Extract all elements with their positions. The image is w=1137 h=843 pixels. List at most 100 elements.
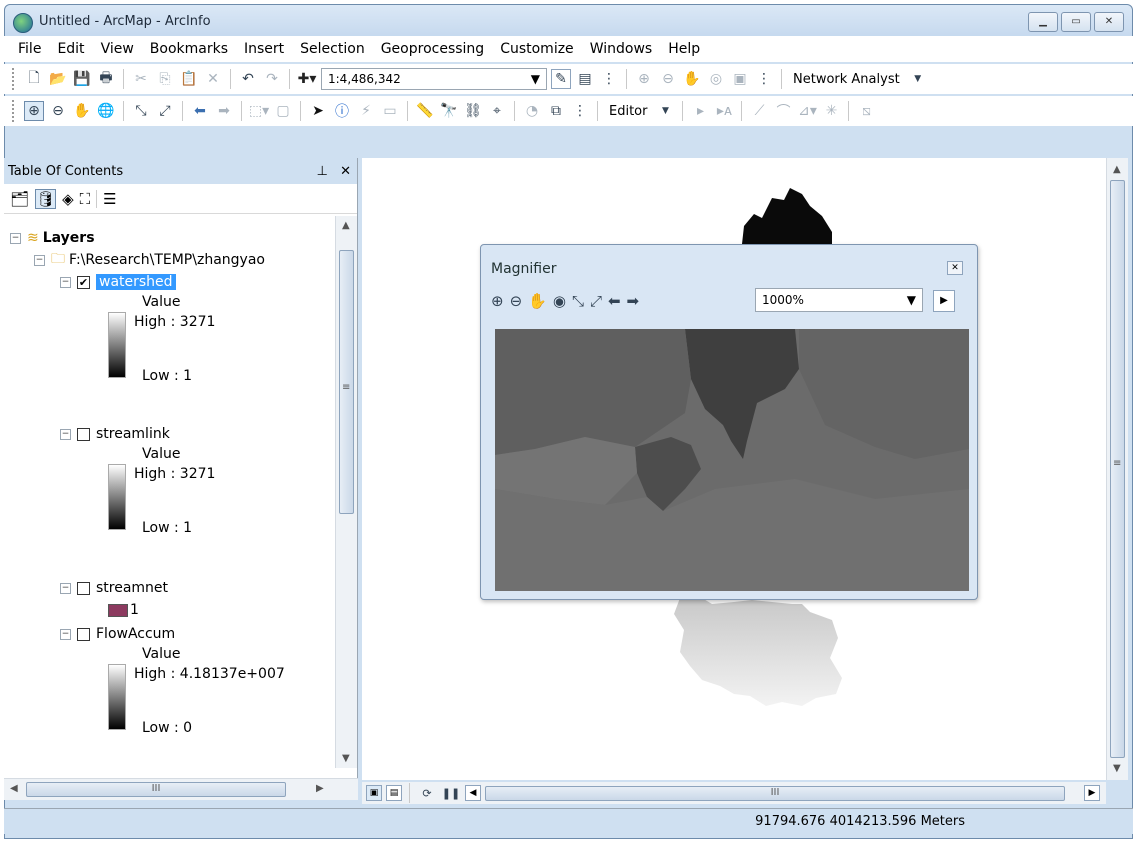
save-icon[interactable]: 💾 [72,69,92,89]
identify-icon[interactable]: ⓘ [332,101,352,121]
menu-file[interactable]: File [10,41,49,57]
editor-menu[interactable]: Editor [605,104,651,119]
magnifier-options-button[interactable]: ▶ [933,290,955,312]
fixed-zoom-in-center-icon[interactable]: ⤡ [131,101,151,121]
edit-tool-icon[interactable]: ▸ [690,101,710,121]
pause-drawing-icon[interactable]: ❚❚ [441,783,461,803]
map-horizontal-scroll-thumb[interactable]: III [485,785,1065,801]
map-scale-combo[interactable]: 1:4,486,342 ▼ [321,68,547,90]
visibility-checkbox[interactable] [77,427,90,441]
collapse-icon[interactable]: − [10,232,21,244]
list-by-selection-icon[interactable]: ⛶ [80,190,91,208]
menu-view[interactable]: View [93,41,142,57]
scroll-up-arrow-icon[interactable]: ▲ [342,220,350,231]
scroll-up-arrow-icon[interactable]: ▲ [1113,164,1121,175]
fixed-zoom-in-icon[interactable]: ⊕ [634,69,654,89]
back-arrow-icon[interactable]: ⬅ [608,292,621,310]
maximize-button[interactable]: ▭ [1061,12,1091,32]
html-popup-icon[interactable]: ▭ [380,101,400,121]
cut-icon[interactable]: ✂ [131,69,151,89]
refresh-icon[interactable]: ⟳ [417,783,437,803]
clear-selection-icon[interactable]: ▢ [273,101,293,121]
straight-segment-icon[interactable]: ⟋ [749,101,769,121]
layer-flowaccum[interactable]: − FlowAccum [60,624,175,644]
minimize-button[interactable]: ▁ [1028,12,1058,32]
pan-icon[interactable]: ✋ [528,292,547,310]
table-window-icon[interactable]: ▤ [575,69,595,89]
scroll-thumb[interactable]: III [26,782,286,797]
data-view-button[interactable]: ▣ [366,785,382,801]
visibility-checkbox[interactable] [77,627,90,641]
endpoint-arc-icon[interactable]: ⌒ [773,101,793,121]
close-icon[interactable]: ✕ [340,164,351,179]
full-extent-icon[interactable]: ◉ [553,292,566,310]
layer-streamlink[interactable]: − streamlink [60,424,170,444]
layer-icon-gray[interactable]: ▣ [730,69,750,89]
toc-vertical-scrollbar[interactable]: ▲ ≡ ▼ [335,216,357,768]
editor-toolbar-icon[interactable]: ✎ [551,69,571,89]
toolbar-options-icon-2[interactable]: ⋮ [754,69,774,89]
sketch-properties-icon[interactable]: ⧅ [856,101,876,121]
pan-icon[interactable]: ✋ [72,101,92,121]
hyperlink-icon[interactable]: ⚡ [356,101,376,121]
pin-icon[interactable]: ⊥ [317,164,328,179]
folder-node[interactable]: − 🗀 F:\Research\TEMP\zhangyao [34,250,265,270]
new-document-icon[interactable]: 🗋 [24,69,44,89]
zoom-out-icon[interactable]: ⊖ [48,101,68,121]
delete-icon[interactable]: ✕ [203,69,223,89]
toolbar-options-icon-3[interactable]: ⋮ [570,101,590,121]
chevron-down-icon[interactable]: ▼ [655,101,675,121]
fixed-zoom-out-center-icon[interactable]: ⤢ [155,101,175,121]
menu-edit[interactable]: Edit [49,41,92,57]
zoom-in-icon[interactable]: ⊕ [491,292,504,310]
visibility-checkbox[interactable] [77,581,90,595]
layer-watershed[interactable]: − ✔ watershed [60,272,176,292]
layer-name[interactable]: streamnet [96,580,168,596]
go-to-xy-icon[interactable]: ⌖ [487,101,507,121]
layout-view-button[interactable]: ▤ [386,785,402,801]
select-elements-icon[interactable]: ➤ [308,101,328,121]
close-icon[interactable]: ✕ [947,261,963,275]
menu-selection[interactable]: Selection [292,41,373,57]
menu-bookmarks[interactable]: Bookmarks [142,41,236,57]
list-by-visibility-icon[interactable]: ◈ [62,190,74,208]
forward-arrow-icon[interactable]: ➡ [627,292,640,310]
paste-icon[interactable]: 📋 [179,69,199,89]
menu-customize[interactable]: Customize [492,41,582,57]
visibility-checkbox[interactable]: ✔ [77,275,90,289]
scroll-right-arrow-icon[interactable]: ▶ [316,783,324,794]
magnifier-window[interactable]: Magnifier ✕ ⊕ ⊖ ✋ ◉ ⤡ ⤢ ⬅ ➡ 1000% ▼ ▶ [480,244,978,600]
menu-help[interactable]: Help [660,41,708,57]
menu-windows[interactable]: Windows [582,41,661,57]
toolbar-options-icon[interactable]: ⋮ [599,69,619,89]
edit-annotation-icon[interactable]: ▸ᴀ [714,101,734,121]
layer-name[interactable]: streamlink [96,426,170,442]
zoom-out-icon[interactable]: ⊖ [510,292,523,310]
undo-icon[interactable]: ↶ [238,69,258,89]
toolbar-grip[interactable] [12,68,16,90]
scroll-thumb[interactable] [1110,180,1125,758]
forward-arrow-icon[interactable]: ➡ [214,101,234,121]
magnification-combo[interactable]: 1000% ▼ [755,288,923,312]
scroll-right-arrow-icon[interactable]: ▶ [1084,785,1100,801]
select-features-icon[interactable]: ⬚▾ [249,101,269,121]
network-analyst-menu[interactable]: Network Analyst [789,72,904,87]
scroll-down-arrow-icon[interactable]: ▼ [342,753,350,764]
toolbar-grip[interactable] [12,100,16,122]
fixed-zoom-in-icon[interactable]: ⤡ [572,292,584,310]
scroll-left-arrow-icon[interactable]: ◀ [465,785,481,801]
pan-icon-gray[interactable]: ✋ [682,69,702,89]
list-by-drawing-order-icon[interactable]: 🗂 [10,190,29,208]
point-icon[interactable]: ✳ [821,101,841,121]
collapse-icon[interactable]: − [60,582,71,594]
measure-icon[interactable]: 📏 [415,101,435,121]
layers-root[interactable]: − ≋ Layers [10,228,95,248]
time-slider-icon[interactable]: ◔ [522,101,542,121]
scroll-left-arrow-icon[interactable]: ◀ [10,783,18,794]
layer-streamnet[interactable]: − streamnet [60,578,168,598]
trace-icon[interactable]: ⊿▾ [797,101,817,121]
options-icon[interactable]: ☰ [103,190,116,208]
toc-horizontal-scrollbar[interactable]: ◀ III ▶ [4,778,358,800]
collapse-icon[interactable]: − [60,628,71,640]
menu-geoprocessing[interactable]: Geoprocessing [373,41,492,57]
